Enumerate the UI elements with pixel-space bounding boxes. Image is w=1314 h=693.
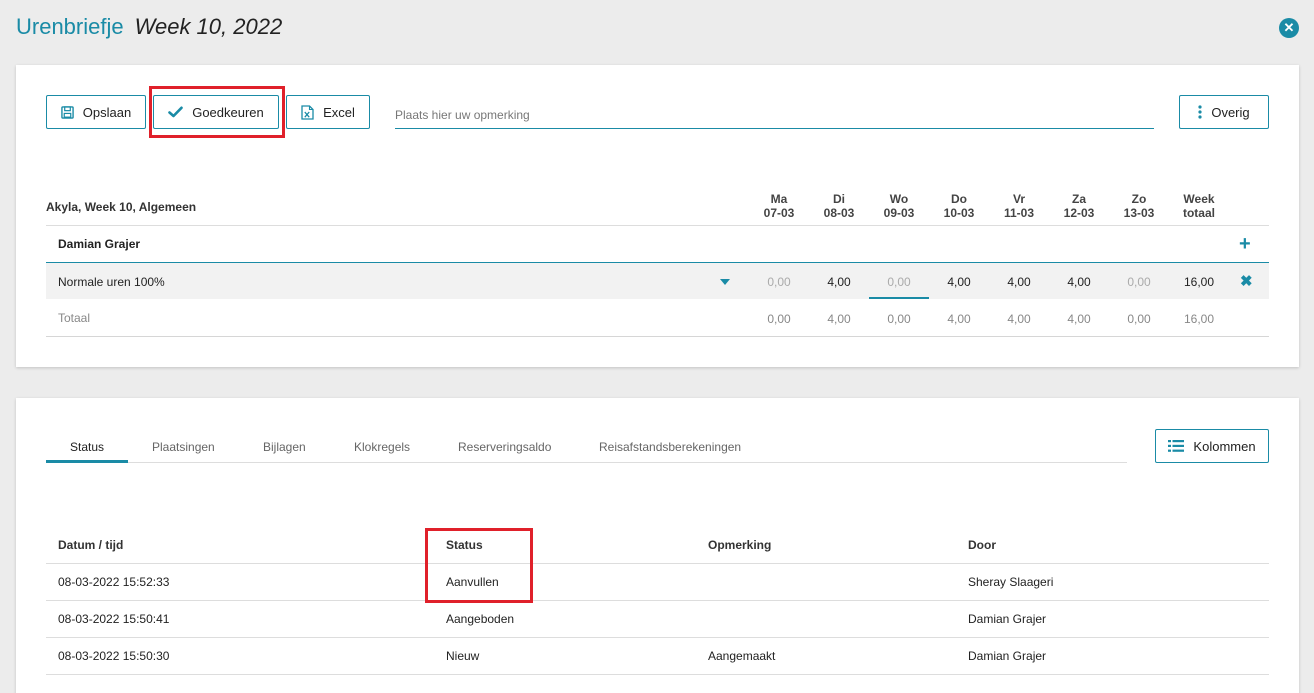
total-cell-za: 4,00 — [1067, 312, 1091, 326]
hours-cell-wo[interactable]: 0,00 — [869, 275, 929, 289]
save-icon — [61, 105, 74, 119]
hours-cell-za[interactable]: 4,00 — [1049, 275, 1109, 289]
day-header-za: Za 12-03 — [1063, 192, 1095, 220]
tab-bijlagen[interactable]: Bijlagen — [263, 440, 306, 454]
check-icon — [168, 106, 184, 118]
remark-input[interactable] — [395, 107, 1154, 122]
day-header-ma: Ma 07-03 — [763, 192, 795, 220]
page-week: Week 10, 2022 — [134, 14, 283, 39]
page-header: Urenbriefje Week 10, 2022 — [16, 14, 282, 44]
columns-label: Kolommen — [1193, 438, 1256, 454]
divider — [46, 600, 1269, 601]
total-cell-zo: 0,00 — [1127, 312, 1151, 326]
total-cell-ma: 0,00 — [767, 312, 791, 326]
excel-icon — [301, 104, 314, 120]
column-header-status: Status — [446, 538, 483, 552]
row-2-by: Damian Grajer — [968, 612, 1047, 626]
hours-type-label: Normale uren 100% — [58, 275, 165, 289]
approve-button[interactable]: Goedkeuren — [153, 95, 279, 129]
column-header-remark: Opmerking — [708, 538, 772, 552]
total-cell-di: 4,00 — [827, 312, 851, 326]
excel-label: Excel — [323, 104, 355, 120]
row-3-by: Damian Grajer — [968, 649, 1047, 663]
excel-button[interactable]: Excel — [286, 95, 370, 129]
total-cell-do: 4,00 — [947, 312, 971, 326]
tabs-divider — [46, 462, 1127, 463]
more-label: Overig — [1211, 104, 1250, 120]
row-2-datetime: 08-03-2022 15:50:41 — [58, 612, 170, 626]
approve-label: Goedkeuren — [192, 104, 264, 120]
divider — [46, 336, 1269, 337]
day-header-do: Do 10-03 — [943, 192, 975, 220]
tab-plaatsingen[interactable]: Plaatsingen — [152, 440, 215, 454]
dropdown-caret-icon[interactable] — [720, 279, 730, 285]
hours-cell-ma[interactable]: 0,00 — [749, 275, 809, 289]
more-button[interactable]: Overig — [1179, 95, 1269, 129]
list-icon — [1168, 440, 1185, 452]
column-header-by: Door — [968, 538, 996, 552]
tab-reserveringsaldo[interactable]: Reserveringsaldo — [458, 440, 551, 454]
tab-klokregels[interactable]: Klokregels — [354, 440, 410, 454]
save-label: Opslaan — [82, 104, 132, 120]
timesheet-subtitle: Akyla, Week 10, Algemeen — [46, 200, 197, 214]
totals-label: Totaal — [58, 311, 91, 325]
total-cell-wo: 0,00 — [887, 312, 911, 326]
divider — [46, 674, 1269, 675]
row-3-datetime: 08-03-2022 15:50:30 — [58, 649, 170, 663]
divider — [46, 563, 1269, 564]
hours-row-total: 16,00 — [1183, 275, 1215, 289]
remark-field[interactable] — [395, 101, 1154, 129]
close-icon[interactable]: ✕ — [1279, 18, 1299, 38]
total-cell-vr: 4,00 — [1007, 312, 1031, 326]
row-3-remark: Aangemaakt — [708, 649, 776, 663]
day-header-di: Di 08-03 — [823, 192, 855, 220]
columns-button[interactable]: Kolommen — [1155, 429, 1269, 463]
day-header-zo: Zo 13-03 — [1123, 192, 1155, 220]
details-card: Status Plaatsingen Bijlagen Klokregels R… — [16, 398, 1299, 693]
column-header-datetime: Datum / tijd — [58, 538, 124, 552]
active-cell-underline — [869, 297, 929, 299]
remove-row-icon[interactable]: ✖ — [1240, 272, 1253, 290]
employee-name: Damian Grajer — [58, 237, 141, 251]
hours-cell-zo[interactable]: 0,00 — [1109, 275, 1169, 289]
page-title: Urenbriefje — [16, 14, 124, 39]
save-button[interactable]: Opslaan — [46, 95, 146, 129]
timesheet-card: Opslaan Goedkeuren Excel Overig Akyla, W… — [16, 65, 1299, 367]
hours-cell-do[interactable]: 4,00 — [929, 275, 989, 289]
day-header-vr: Vr 11-03 — [1003, 192, 1035, 220]
row-1-by: Sheray Slaageri — [968, 575, 1054, 589]
add-icon[interactable]: + — [1239, 234, 1251, 254]
row-1-datetime: 08-03-2022 15:52:33 — [58, 575, 170, 589]
row-2-status: Aangeboden — [446, 612, 515, 626]
hours-cell-vr[interactable]: 4,00 — [989, 275, 1049, 289]
more-vertical-icon — [1198, 105, 1202, 119]
day-header-wo: Wo 09-03 — [883, 192, 915, 220]
tab-reisafstandsberekeningen[interactable]: Reisafstandsberekeningen — [599, 440, 741, 454]
divider — [46, 225, 1269, 226]
hours-cell-di[interactable]: 4,00 — [809, 275, 869, 289]
active-tab-indicator — [46, 460, 128, 463]
week-total-header: Week totaal — [1182, 192, 1215, 220]
row-1-status: Aanvullen — [446, 575, 499, 589]
tab-status[interactable]: Status — [70, 440, 104, 454]
divider — [46, 637, 1269, 638]
grand-total: 16,00 — [1183, 312, 1215, 326]
row-3-status: Nieuw — [446, 649, 480, 663]
